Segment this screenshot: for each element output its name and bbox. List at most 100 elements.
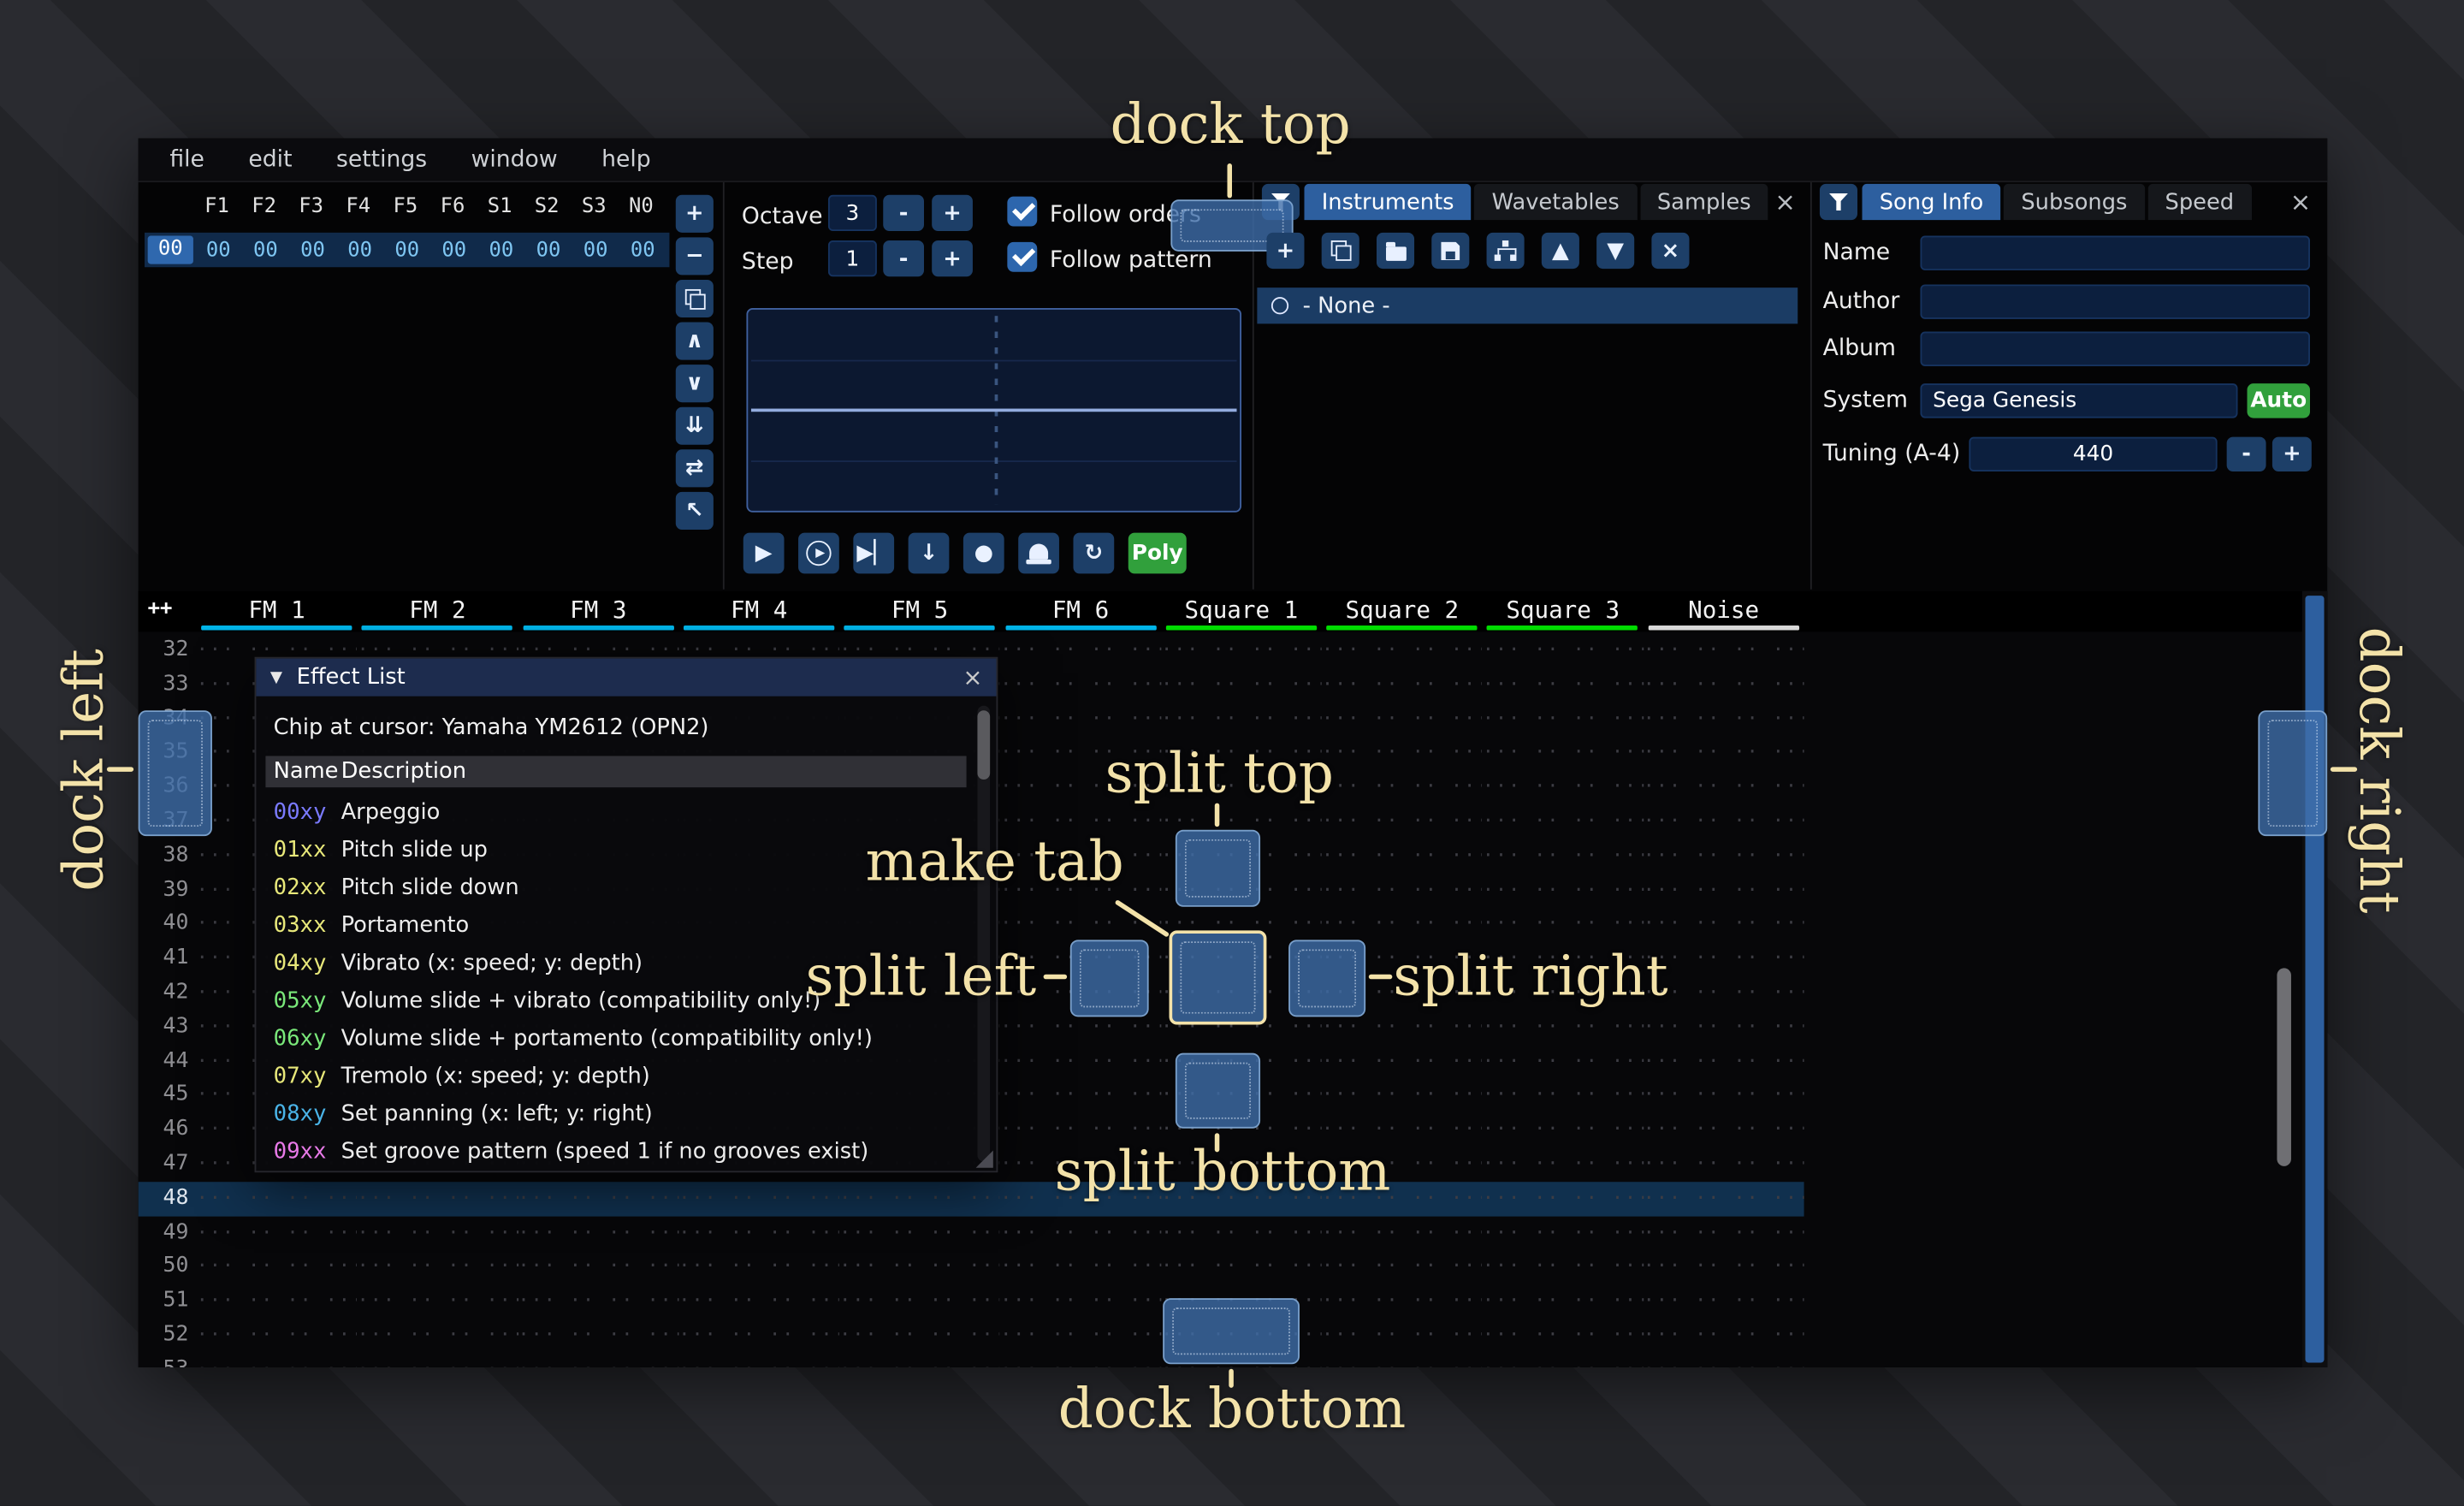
orders-cell-2[interactable]: 00 [289,238,336,262]
metronome-button[interactable] [1018,533,1059,574]
tab-instruments[interactable]: Instruments [1304,184,1471,220]
pattern-cell[interactable]: ··· ·· ·· ··· [839,1250,1000,1284]
effect-list-scrollbar-thumb[interactable] [977,710,990,780]
orders-channel-header-f4[interactable]: F4 [335,195,382,227]
instrument-list-item[interactable]: - None - [1257,288,1798,323]
tuning-increase-button[interactable]: + [2272,437,2312,471]
pattern-cell[interactable]: ··· ·· ·· ··· [1322,839,1483,873]
tab-samples[interactable]: Samples [1640,184,1768,220]
pattern-row-number[interactable]: 46 [141,1113,188,1147]
duplicate-order-button[interactable] [676,280,714,317]
deep-clone-order-button[interactable]: ⇄ [676,449,714,487]
menu-item-file[interactable]: file [148,139,227,181]
orders-channel-header-f1[interactable]: F1 [193,195,240,227]
pattern-cell[interactable]: ··· ·· ·· ··· [1483,839,1644,873]
pattern-cell[interactable]: ··· ·· ·· ··· [678,1182,839,1216]
pattern-cell[interactable]: ··· ·· ·· ··· [357,1284,518,1319]
effect-list-titlebar[interactable]: ▼ Effect List [256,659,996,697]
pattern-cell[interactable]: ··· ·· ·· ··· [357,1250,518,1284]
duplicate-order-to-end-button[interactable]: ⇊ [676,407,714,445]
menu-item-window[interactable]: window [449,139,579,181]
orders-cell-5[interactable]: 00 [430,238,477,262]
pattern-cell[interactable]: ··· ·· ·· ··· [1322,770,1483,804]
pattern-cell[interactable]: ··· ·· ·· ··· [1483,633,1644,667]
pattern-cell[interactable]: ··· ·· ·· ··· [1000,1079,1161,1113]
pattern-cell[interactable]: ··· ·· ·· ··· [1483,667,1644,702]
pattern-cell[interactable]: ··· ·· ·· ··· [1644,1182,1804,1216]
pattern-cell[interactable]: ··· ·· ·· ··· [1483,1147,1644,1182]
pattern-cell[interactable]: ··· ·· ·· ··· [197,1284,358,1319]
pattern-row-number[interactable]: 40 [141,908,188,942]
pattern-cell[interactable]: ··· ·· ·· ··· [1000,1045,1161,1079]
pattern-cell[interactable]: ··· ·· ·· ··· [1483,702,1644,736]
make-tab-target[interactable] [1170,930,1267,1024]
orders-channel-header-n0[interactable]: N0 [618,195,665,227]
menu-item-settings[interactable]: settings [314,139,449,181]
pattern-row-number[interactable]: 53 [141,1353,188,1367]
pattern-cell[interactable]: ··· ·· ·· ··· [1644,633,1804,667]
pattern-cell[interactable]: ··· ·· ·· ··· [197,1182,358,1216]
channel-header-square-2[interactable]: Square 2 [1322,596,1483,624]
pattern-cell[interactable]: ··· ·· ·· ··· [1000,1216,1161,1250]
pattern-cell[interactable]: ··· ·· ·· ··· [1644,1147,1804,1182]
pattern-row-number[interactable]: 52 [141,1319,188,1353]
pattern-cell[interactable]: ··· ·· ·· ··· [678,1284,839,1319]
pattern-cell[interactable]: ··· ·· ·· ··· [1161,667,1322,702]
open-instrument-button[interactable] [1377,233,1414,269]
pattern-cell[interactable]: ··· ·· ·· ··· [1161,702,1322,736]
system-auto-button[interactable]: Auto [2248,383,2310,418]
pattern-cell[interactable]: ··· ·· ·· ··· [839,1353,1000,1367]
move-order-down-button[interactable]: ∨ [676,365,714,402]
dock-left-target[interactable] [139,710,212,836]
pattern-cell[interactable]: ··· ·· ·· ··· [1483,1250,1644,1284]
tab-speed[interactable]: Speed [2147,184,2251,220]
pattern-cell[interactable]: ··· ·· ·· ··· [1000,702,1161,736]
follow-orders-checkbox[interactable] [1007,197,1037,227]
tab-song-info[interactable]: Song Info [1863,184,2001,220]
pattern-cell[interactable]: ··· ·· ·· ··· [1322,702,1483,736]
system-field[interactable]: Sega Genesis [1920,383,2237,418]
pattern-cell[interactable]: ··· ·· ·· ··· [1644,839,1804,873]
pattern-row-number[interactable]: 38 [141,839,188,873]
tab-subsongs[interactable]: Subsongs [2004,184,2145,220]
songinfo-filter-button[interactable] [1820,184,1857,220]
organize-instruments-button[interactable] [1487,233,1525,269]
pattern-cell[interactable]: ··· ·· ·· ··· [197,1319,358,1353]
effect-list-close-button[interactable]: × [957,661,989,693]
pattern-cell[interactable]: ··· ·· ·· ··· [1322,1319,1483,1353]
album-field[interactable] [1920,332,2310,366]
pattern-cell[interactable]: ··· ·· ·· ··· [518,1250,678,1284]
tab-wavetables[interactable]: Wavetables [1474,184,1637,220]
pattern-cell[interactable]: ··· ·· ·· ··· [1483,908,1644,942]
channel-header-square-1[interactable]: Square 1 [1161,596,1322,624]
pattern-cell[interactable]: ··· ·· ·· ··· [1000,1319,1161,1353]
pattern-row-number[interactable]: 50 [141,1250,188,1284]
pattern-cell[interactable]: ··· ·· ·· ··· [1483,1011,1644,1045]
save-instrument-button[interactable] [1431,233,1469,269]
pattern-cell[interactable]: ··· ·· ·· ··· [1483,736,1644,770]
channel-header-square-3[interactable]: Square 3 [1483,596,1644,624]
pattern-cell[interactable]: ··· ·· ·· ··· [1644,702,1804,736]
pattern-cell[interactable]: ··· ·· ·· ··· [1161,1250,1322,1284]
pattern-cell[interactable]: ··· ·· ·· ··· [1483,1319,1644,1353]
pattern-cell[interactable]: ··· ·· ·· ··· [1322,804,1483,839]
pattern-cell[interactable]: ··· ·· ·· ··· [1483,804,1644,839]
orders-cell-6[interactable]: 00 [477,238,524,262]
pattern-cell[interactable]: ··· ·· ·· ··· [1644,1011,1804,1045]
pattern-cell[interactable]: ··· ·· ·· ··· [1644,1284,1804,1319]
pattern-cell[interactable]: ··· ·· ·· ··· [1644,804,1804,839]
pattern-cell[interactable]: ··· ·· ·· ··· [1644,908,1804,942]
split-right-target[interactable] [1288,940,1365,1017]
channel-header-fm-2[interactable]: FM 2 [357,596,518,624]
pattern-row-number[interactable]: 45 [141,1079,188,1113]
octave-value[interactable]: 3 [828,195,877,231]
pattern-cell[interactable]: ··· ·· ·· ··· [839,1182,1000,1216]
collapse-icon[interactable]: ▼ [270,669,282,686]
poly-toggle-button[interactable]: Poly [1128,533,1187,574]
pattern-cell[interactable]: ··· ·· ·· ··· [1644,1319,1804,1353]
orders-cell-4[interactable]: 00 [383,238,430,262]
pattern-row-number[interactable]: 49 [141,1216,188,1250]
pattern-vertical-scrollbar-thumb[interactable] [2277,968,2291,1165]
pattern-row-number[interactable]: 43 [141,1011,188,1045]
pattern-cell[interactable]: ··· ·· ·· ··· [1644,667,1804,702]
